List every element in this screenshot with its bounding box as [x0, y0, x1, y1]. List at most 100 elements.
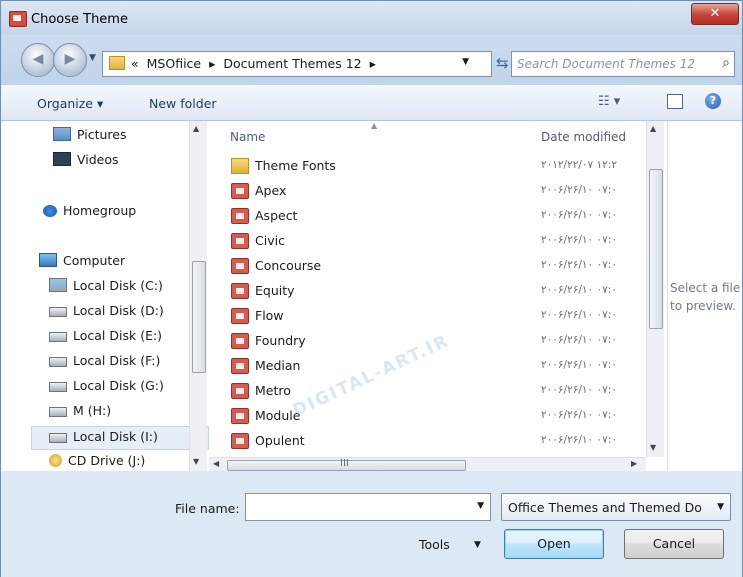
content-area: Pictures Videos Homegroup Computer Local…: [1, 121, 742, 472]
disk-icon: [49, 433, 67, 443]
file-list-scroll-thumb[interactable]: [649, 169, 663, 329]
file-date: ۲۰۰۶/۲۶/۱۰ ۰۷:۰: [541, 409, 617, 421]
file-list-horizontal-scrollbar[interactable]: ◀ III ▶: [209, 457, 646, 472]
nav-item-local-disk-e[interactable]: Local Disk (E:): [49, 328, 162, 350]
nav-item-computer[interactable]: Computer: [39, 253, 125, 275]
videos-icon: [53, 152, 71, 166]
scroll-down-arrow-icon[interactable]: ▼: [193, 457, 199, 466]
file-list-scrollbar[interactable]: ▲ ▼: [646, 121, 664, 457]
file-row-theme-fonts[interactable]: Theme Fonts ۲۰۱۲/۲۲/۰۷ ۱۲:۲: [231, 155, 651, 177]
file-row-aspect[interactable]: Aspect ۲۰۰۶/۲۶/۱۰ ۰۷:۰: [231, 205, 651, 227]
nav-item-videos[interactable]: Videos: [53, 152, 119, 174]
nav-item-local-disk-g[interactable]: Local Disk (G:): [49, 378, 164, 400]
file-type-dropdown-icon[interactable]: ▼: [717, 502, 724, 512]
open-button[interactable]: Open: [504, 529, 604, 559]
file-row-median[interactable]: Median ۲۰۰۶/۲۶/۱۰ ۰۷:۰: [231, 355, 651, 377]
nav-item-local-disk-c[interactable]: Local Disk (C:): [49, 278, 163, 300]
new-folder-button[interactable]: New folder: [149, 96, 217, 111]
powerpoint-app-icon: [9, 11, 27, 27]
nav-item-local-disk-i[interactable]: Local Disk (I:): [49, 429, 158, 451]
breadcrumb-document-themes[interactable]: Document Themes 12: [223, 56, 361, 71]
file-row-concourse[interactable]: Concourse ۲۰۰۶/۲۶/۱۰ ۰۷:۰: [231, 255, 651, 277]
nav-item-label: Local Disk (E:): [73, 328, 163, 343]
nav-item-label: Videos: [77, 152, 119, 167]
nav-item-label: M (H:): [73, 403, 112, 418]
scroll-up-arrow-icon[interactable]: ▲: [193, 124, 199, 133]
scroll-down-arrow-icon[interactable]: ▼: [650, 443, 656, 452]
file-type-value: Office Themes and Themed Do: [508, 500, 702, 515]
tools-dropdown-icon[interactable]: ▼: [474, 540, 481, 550]
address-dropdown-icon[interactable]: ▼: [462, 57, 469, 67]
search-icon[interactable]: ⌕: [722, 55, 730, 71]
breadcrumb-overflow-chevron[interactable]: «: [131, 56, 139, 71]
theme-file-icon: [231, 383, 249, 399]
search-placeholder: Search Document Themes 12: [517, 57, 696, 71]
tools-menu[interactable]: Tools: [419, 537, 450, 552]
scroll-left-arrow-icon[interactable]: ◀: [213, 459, 219, 468]
scroll-right-arrow-icon[interactable]: ▶: [631, 459, 637, 468]
nav-item-label: Local Disk (C:): [73, 278, 163, 293]
nav-item-homegroup[interactable]: Homegroup: [43, 203, 136, 225]
file-name: Median: [255, 358, 301, 373]
file-type-select[interactable]: Office Themes and Themed Do ▼: [501, 493, 731, 521]
file-row-civic[interactable]: Civic ۲۰۰۶/۲۶/۱۰ ۰۷:۰: [231, 230, 651, 252]
theme-file-icon: [231, 208, 249, 224]
file-name: Concourse: [255, 258, 322, 273]
column-header-name[interactable]: Name: [230, 130, 265, 144]
column-header-date-modified[interactable]: Date modified: [541, 130, 626, 144]
nav-item-m-drive[interactable]: M (H:): [49, 403, 111, 425]
file-date: ۲۰۰۶/۲۶/۱۰ ۰۷:۰: [541, 284, 617, 296]
address-bar[interactable]: « MSOfiice ▸ Document Themes 12 ▸ ▼: [102, 51, 492, 77]
file-date: ۲۰۰۶/۲۶/۱۰ ۰۷:۰: [541, 209, 617, 221]
breadcrumb-separator-icon[interactable]: ▸: [209, 56, 215, 71]
disk-icon: [49, 407, 67, 417]
nav-item-local-disk-f[interactable]: Local Disk (F:): [49, 353, 160, 375]
file-date: ۲۰۱۲/۲۲/۰۷ ۱۲:۲: [541, 159, 617, 171]
file-row-opulent[interactable]: Opulent ۲۰۰۶/۲۶/۱۰ ۰۷:۰: [231, 430, 651, 452]
file-name-label: File name:: [175, 501, 240, 516]
organize-menu[interactable]: Organize ▾: [37, 96, 103, 111]
folder-icon: [109, 56, 125, 70]
nav-item-pictures[interactable]: Pictures: [53, 127, 127, 149]
file-date: ۲۰۰۶/۲۶/۱۰ ۰۷:۰: [541, 359, 617, 371]
close-button[interactable]: ✕: [691, 3, 739, 25]
file-row-equity[interactable]: Equity ۲۰۰۶/۲۶/۱۰ ۰۷:۰: [231, 280, 651, 302]
search-box[interactable]: Search Document Themes 12 ⌕: [511, 51, 735, 77]
theme-file-icon: [231, 308, 249, 324]
file-name-dropdown-icon[interactable]: ▼: [477, 501, 484, 511]
file-name: Aspect: [255, 208, 298, 223]
navigation-scrollbar[interactable]: ▲ ▼: [189, 121, 207, 471]
breadcrumb-msoffice[interactable]: MSOfiice: [147, 56, 201, 71]
command-bar: Organize ▾ New folder ☷ ▾ ?: [1, 85, 742, 121]
sort-ascending-icon: ▲: [371, 121, 378, 130]
preview-pane-toggle-icon[interactable]: [667, 94, 683, 109]
breadcrumb-separator-icon[interactable]: ▸: [370, 56, 376, 71]
file-row-metro[interactable]: Metro ۲۰۰۶/۲۶/۱۰ ۰۷:۰: [231, 380, 651, 402]
views-menu-icon[interactable]: ☷ ▾: [598, 94, 620, 109]
file-name-input[interactable]: ▼: [245, 493, 491, 521]
recent-pages-dropdown-icon[interactable]: ▼: [89, 53, 96, 63]
nav-item-local-disk-d[interactable]: Local Disk (D:): [49, 303, 164, 325]
file-name: Flow: [255, 308, 284, 323]
window-title: Choose Theme: [31, 12, 128, 27]
homegroup-icon: [43, 205, 57, 217]
horizontal-scroll-thumb[interactable]: III: [227, 458, 466, 471]
file-date: ۲۰۰۶/۲۶/۱۰ ۰۷:۰: [541, 384, 617, 396]
scroll-up-arrow-icon[interactable]: ▲: [650, 124, 656, 133]
navigation-scroll-thumb[interactable]: [192, 261, 206, 373]
nav-item-label: Local Disk (F:): [73, 353, 161, 368]
file-date: ۲۰۰۶/۲۶/۱۰ ۰۷:۰: [541, 259, 617, 271]
refresh-icon[interactable]: ⇆: [496, 54, 509, 72]
theme-file-icon: [231, 183, 249, 199]
file-row-apex[interactable]: Apex ۲۰۰۶/۲۶/۱۰ ۰۷:۰: [231, 180, 651, 202]
nav-item-label: Local Disk (D:): [73, 303, 164, 318]
file-row-flow[interactable]: Flow ۲۰۰۶/۲۶/۱۰ ۰۷:۰: [231, 305, 651, 327]
cancel-button[interactable]: Cancel: [624, 529, 724, 559]
disk-icon: [49, 357, 67, 367]
title-bar: Choose Theme ✕: [1, 1, 742, 35]
forward-button[interactable]: ▶: [53, 43, 87, 77]
theme-file-icon: [231, 408, 249, 424]
file-date: ۲۰۰۶/۲۶/۱۰ ۰۷:۰: [541, 309, 617, 321]
help-icon[interactable]: ?: [705, 93, 721, 109]
back-button[interactable]: ◀: [21, 43, 55, 77]
